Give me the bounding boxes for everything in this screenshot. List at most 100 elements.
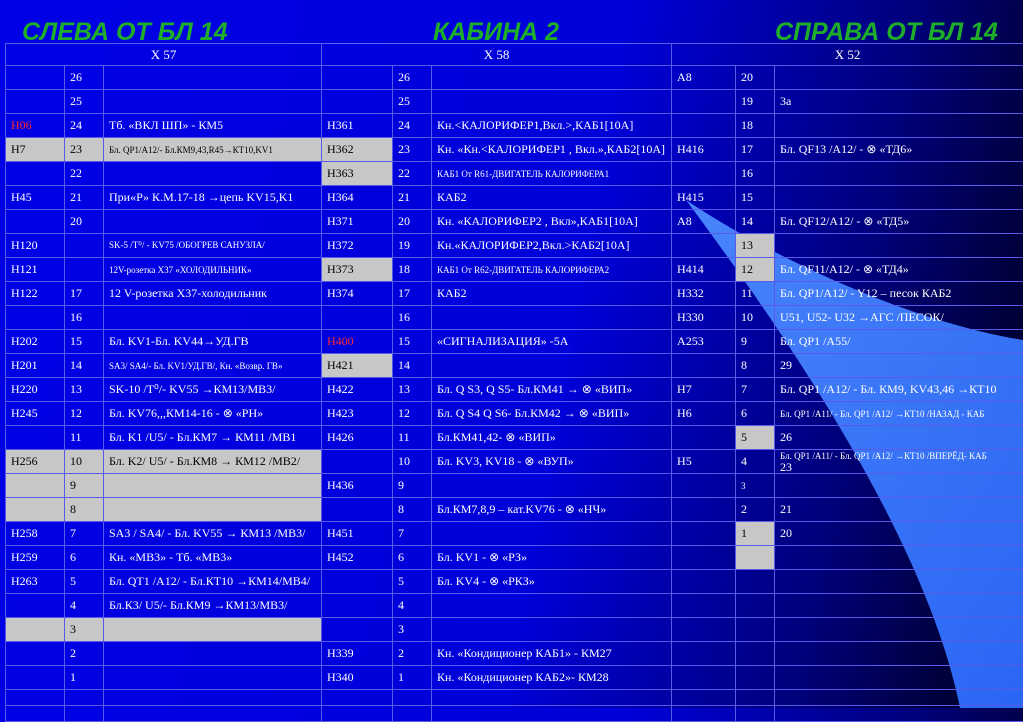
x52-pin-cell: 16 (736, 162, 775, 186)
x58-pin-cell: 1 (393, 666, 432, 690)
x57-desc-cell: Кн. «МВ3» - Тб. «МВ3» (104, 546, 322, 570)
x52-pin-cell: 17 (736, 138, 775, 162)
x58-wire-cell: Н372 (322, 234, 393, 258)
table-row: 1Н3401Кн. «Кондиционер КАБ2»- КМ28 (6, 666, 1023, 690)
x58-desc-cell: Бл. Q S4 Q S6- Бл.КМ42 → ⊗ «ВИП» (432, 402, 672, 426)
x58-wire-cell: Н421 (322, 354, 393, 378)
x57-desc-cell (104, 210, 322, 234)
x58-pin-cell: 9 (393, 474, 432, 498)
x58-pin-cell: 17 (393, 282, 432, 306)
x52-desc-cell (775, 666, 1023, 690)
x52-desc-cell: 21 (775, 498, 1023, 522)
x52-wire-cell (672, 570, 736, 594)
x57-wire-cell (6, 426, 65, 450)
x57-wire-cell (6, 690, 65, 706)
x52-pin-cell: 19 (736, 90, 775, 114)
x57-desc-cell (104, 666, 322, 690)
x52-desc-cell (775, 234, 1023, 258)
x52-pin-cell: 3 (736, 474, 775, 498)
x58-pin-cell: 7 (393, 522, 432, 546)
x57-wire-cell: Н120 (6, 234, 65, 258)
x52-wire-cell (672, 426, 736, 450)
x52-wire-cell (672, 522, 736, 546)
x58-pin-cell: 22 (393, 162, 432, 186)
x58-desc-cell (432, 66, 672, 90)
x52-desc-cell (775, 162, 1023, 186)
x58-desc-cell (432, 594, 672, 618)
connector-x52: X 52 (672, 44, 1023, 66)
table-row: 2525193а (6, 90, 1023, 114)
x58-pin-cell: 20 (393, 210, 432, 234)
x57-wire-cell: Н245 (6, 402, 65, 426)
x58-desc-cell: КАБ1 От R62-ДВИГАТЕЛЬ КАЛОРИФЕРА2 (432, 258, 672, 282)
x52-pin-cell (736, 570, 775, 594)
x58-wire-cell (322, 66, 393, 90)
x57-desc-cell: При«Р» К.М.17-18 →цепь KV15,K1 (104, 186, 322, 210)
x52-pin-cell (736, 666, 775, 690)
connector-header-row: X 57 X 58 X 52 (6, 44, 1023, 66)
x52-wire-cell: Н330 (672, 306, 736, 330)
x58-wire-cell (322, 594, 393, 618)
table-row: Н0624Тб. «ВКЛ ШП» - КМ5Н36124Кн.<КАЛОРИФ… (6, 114, 1023, 138)
table-row: Н24512Бл. KV76,,,КМ14-16 - ⊗ «РН»Н42312Б… (6, 402, 1023, 426)
x52-wire-cell: Н6 (672, 402, 736, 426)
x58-wire-cell (322, 450, 393, 474)
x57-pin-cell: 16 (65, 306, 104, 330)
x58-wire-cell (322, 306, 393, 330)
x52-desc-cell: 20 (775, 522, 1023, 546)
x58-wire-cell (322, 498, 393, 522)
x58-desc-cell (432, 522, 672, 546)
x57-wire-cell: Н201 (6, 354, 65, 378)
x52-wire-cell: А8 (672, 66, 736, 90)
x58-wire-cell: Н436 (322, 474, 393, 498)
table-row (6, 690, 1023, 706)
x57-pin-cell: 1 (65, 666, 104, 690)
x58-pin-cell: 18 (393, 258, 432, 282)
table-row: Н2587SA3 / SA4/ - Бл. KV55 → КМ13 /МВ3/Н… (6, 522, 1023, 546)
x58-wire-cell: Н339 (322, 642, 393, 666)
x52-pin-cell: 8 (736, 354, 775, 378)
table-row: Н22013SK-10 /Т⁰/- KV55 →КМ13/МВ3/Н42213Б… (6, 378, 1023, 402)
table-body: 2626А8202525193аН0624Тб. «ВКЛ ШП» - КМ5Н… (6, 66, 1023, 722)
x57-desc-cell: SK-5 /Т⁰/ - KV75 /ОБОГРЕВ САНУЗЛА/ (104, 234, 322, 258)
x52-desc-cell: U51, U52- U32 →АГС /ПЕСОК/ (775, 306, 1023, 330)
table-row: Н25610Бл. K2/ U5/ - Бл.КМ8 → КМ12 /МВ2/1… (6, 450, 1023, 474)
x52-desc-cell (775, 570, 1023, 594)
x58-wire-cell: Н422 (322, 378, 393, 402)
x57-wire-cell: Н258 (6, 522, 65, 546)
x57-wire-cell: Н259 (6, 546, 65, 570)
table-row: Н12217 12 V-розетка X37-холодильникН3741… (6, 282, 1023, 306)
x58-pin-cell: 13 (393, 378, 432, 402)
x52-wire-cell: Н416 (672, 138, 736, 162)
x58-pin-cell: 16 (393, 306, 432, 330)
x57-wire-cell: Н263 (6, 570, 65, 594)
x57-pin-cell: 25 (65, 90, 104, 114)
x57-wire-cell (6, 594, 65, 618)
x58-pin-cell: 26 (393, 66, 432, 90)
x57-pin-cell: 9 (65, 474, 104, 498)
x58-pin-cell: 4 (393, 594, 432, 618)
x58-pin-cell: 8 (393, 498, 432, 522)
x57-pin-cell: 11 (65, 426, 104, 450)
x52-pin-cell: 12 (736, 258, 775, 282)
x57-pin-cell: 22 (65, 162, 104, 186)
x57-desc-cell (104, 474, 322, 498)
x52-pin-cell: 18 (736, 114, 775, 138)
x58-pin-cell: 21 (393, 186, 432, 210)
x52-desc-cell: Бл. QP1 /A11/ - Бл. QP1 /A12/ →КТ10 /НАЗ… (775, 402, 1023, 426)
x52-wire-cell: Н332 (672, 282, 736, 306)
x58-desc-cell (432, 618, 672, 642)
x58-desc-cell: КАБ2 (432, 282, 672, 306)
x52-pin-cell: 9 (736, 330, 775, 354)
x52-wire-cell: Н415 (672, 186, 736, 210)
x52-desc-cell: Бл. QF12/A12/ - ⊗ «ТД5» (775, 210, 1023, 234)
connector-x58: X 58 (322, 44, 672, 66)
table-row: 4Бл.К3/ U5/- Бл.КМ9 →КМ13/МВ3/4 (6, 594, 1023, 618)
x58-wire-cell: Н371 (322, 210, 393, 234)
x58-pin-cell: 6 (393, 546, 432, 570)
table-row: 11Бл. K1 /U5/ - Бл.КМ7 → КМ11 /МВ1Н42611… (6, 426, 1023, 450)
x57-pin-cell: 8 (65, 498, 104, 522)
x52-wire-cell (672, 498, 736, 522)
x57-desc-cell (104, 618, 322, 642)
x52-pin-cell (736, 618, 775, 642)
